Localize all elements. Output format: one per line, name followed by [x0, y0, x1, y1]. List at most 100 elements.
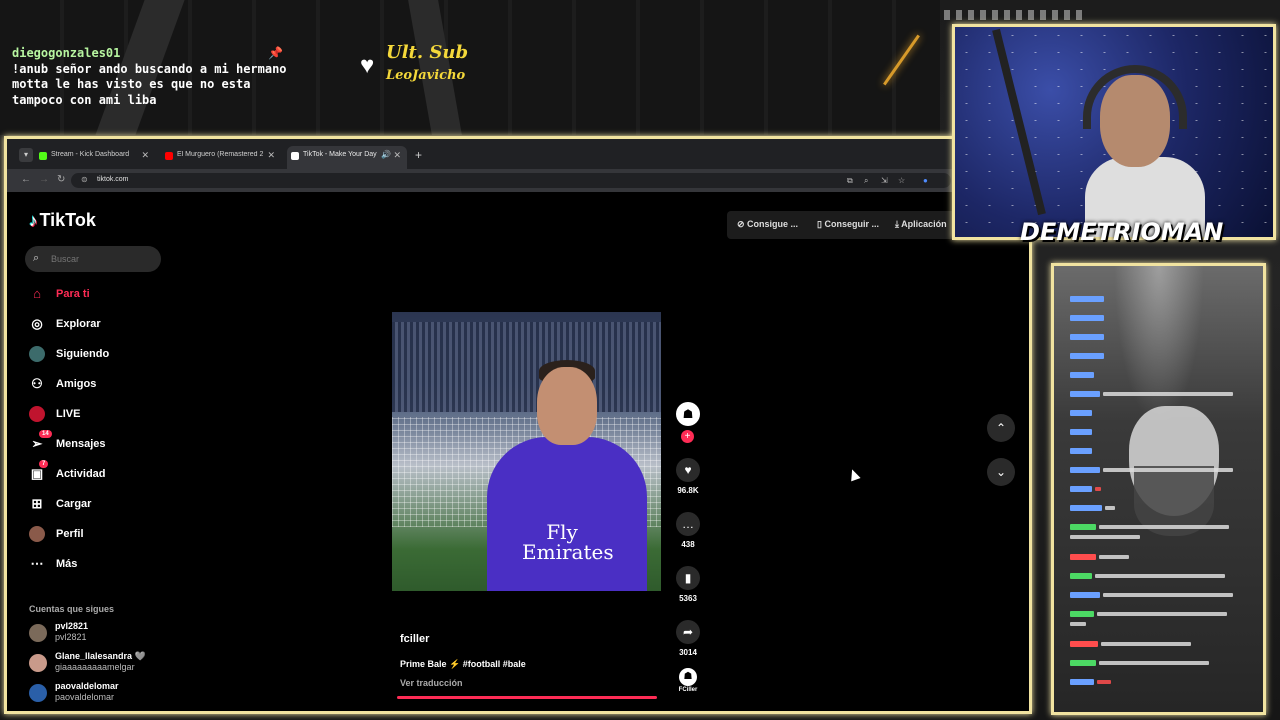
- following-account[interactable]: Glane_llalesandra 🩶 giaaaaaaaaamelgar: [29, 651, 169, 675]
- site-info-icon[interactable]: ⊜: [81, 175, 88, 184]
- search-input[interactable]: [51, 251, 151, 267]
- more-icon: ⋯: [30, 556, 44, 571]
- sidebar-item-explorar[interactable]: ◎ Explorar: [29, 314, 169, 336]
- sidebar-item-siguiendo[interactable]: Siguiendo: [29, 344, 169, 366]
- previous-video-button[interactable]: ⌃: [987, 414, 1015, 442]
- last-sub-title: Ult. Sub: [386, 42, 469, 63]
- bookmark-star-icon[interactable]: ☆: [898, 176, 905, 185]
- video-hashtags[interactable]: #football #bale: [463, 659, 526, 669]
- sidebar-item-label: Cargar: [56, 498, 92, 510]
- tab-search-dropdown-icon[interactable]: ▾: [19, 148, 33, 162]
- sidebar-item-cargar[interactable]: ⊞ Cargar: [29, 494, 169, 516]
- live-icon: [29, 406, 45, 422]
- video-description: Prime Bale ⚡ #football #bale: [400, 659, 526, 669]
- stream-chat-panel: [1051, 263, 1266, 715]
- tab-el-murguero[interactable]: El Murguero (Remastered 2001) ✕: [161, 146, 281, 169]
- url-field[interactable]: ⊜ tiktok.com ⧉ ⌕ ⇲ ☆ ●: [71, 173, 951, 188]
- new-tab-icon[interactable]: +: [415, 148, 422, 162]
- sidebar-item-para-ti[interactable]: ⌂ Para ti: [29, 284, 169, 306]
- heart-icon: ♥: [676, 458, 700, 482]
- tab-kick-dashboard[interactable]: Stream - Kick Dashboard ✕: [35, 146, 155, 169]
- youtube-favicon-icon: [165, 152, 173, 160]
- video-player-shirt: [487, 437, 647, 591]
- like-button[interactable]: ♥ 96.8K: [670, 458, 706, 495]
- share-icon: ➦: [676, 620, 700, 644]
- install-icon[interactable]: ⇲: [881, 176, 888, 185]
- close-icon[interactable]: ✕: [393, 150, 401, 161]
- friends-icon: ⚇: [31, 376, 43, 391]
- tab-label: Stream - Kick Dashboard: [51, 151, 130, 158]
- overlay-chat-user: diegogonzales01: [12, 46, 121, 60]
- close-icon[interactable]: ✕: [141, 150, 149, 161]
- tab-tiktok[interactable]: TikTok - Make Your Day 🔊 ✕: [287, 146, 407, 169]
- chat-message: [1070, 552, 1129, 562]
- sidebar-item-label: Para ti: [56, 288, 90, 300]
- overlay-chat-line: motta le has visto es que no esta: [12, 77, 251, 91]
- close-icon[interactable]: ✕: [267, 150, 275, 161]
- pin-icon: 📌: [268, 46, 283, 60]
- chat-message: [1070, 619, 1086, 629]
- tiktok-note-icon: ♪: [29, 211, 38, 230]
- overlay-chat-line: tampoco con ami liba: [12, 92, 157, 107]
- share-button[interactable]: ➦ 3014: [670, 620, 706, 657]
- speaker-icon[interactable]: 🔊: [381, 150, 391, 159]
- chat-message: [1070, 503, 1115, 513]
- account-handle: paovaldelomar: [55, 692, 115, 702]
- chat-message: [1070, 294, 1104, 304]
- extension-icon[interactable]: ●: [923, 176, 928, 185]
- video-author[interactable]: fciller: [400, 633, 429, 645]
- url-text: tiktok.com: [97, 176, 129, 183]
- comment-button[interactable]: … 438: [670, 512, 706, 549]
- get-app-button[interactable]: ▯ Conseguir ...: [817, 219, 879, 230]
- search-box[interactable]: ⌕: [25, 246, 161, 272]
- share-count: 3014: [679, 648, 697, 657]
- sidebar-item-mensajes[interactable]: ➢ 14 Mensajes: [29, 430, 169, 456]
- video-player-head: [537, 367, 597, 445]
- video-player[interactable]: Fly Emirates: [392, 312, 661, 591]
- chat-spotlight: [1114, 266, 1204, 426]
- chat-message: [1070, 351, 1104, 361]
- chat-message: [1070, 677, 1111, 687]
- sidebar-item-perfil[interactable]: Perfil: [29, 524, 169, 546]
- tiktok-page: ♪TikTok ⌕ ⌂ Para ti ◎ Explorar Siguiendo…: [7, 192, 1029, 711]
- video-crowd: [392, 322, 661, 412]
- author-avatar-button[interactable]: ☗: [670, 402, 706, 426]
- sidebar-item-label: Amigos: [56, 378, 97, 390]
- sidebar-item-label: LIVE: [56, 408, 81, 420]
- reload-icon[interactable]: ↻: [57, 174, 65, 185]
- kick-favicon-icon: [39, 152, 47, 160]
- following-account[interactable]: pvl2821 pvl2821: [29, 621, 169, 645]
- tab-label: El Murguero (Remastered 2001): [177, 151, 263, 158]
- follow-plus-icon[interactable]: +: [681, 430, 694, 443]
- get-coins-button[interactable]: ⊘ Consigue ...: [737, 219, 798, 230]
- save-count: 5363: [679, 594, 697, 603]
- translate-icon[interactable]: ⧉: [847, 176, 853, 186]
- like-count: 96.8K: [677, 486, 699, 495]
- zoom-icon[interactable]: ⌕: [864, 176, 868, 186]
- tiktok-favicon-icon: [291, 152, 299, 160]
- following-icon: [29, 346, 45, 362]
- see-translation-link[interactable]: Ver traducción: [400, 678, 463, 688]
- next-video-button[interactable]: ⌄: [987, 458, 1015, 486]
- tiktok-logo[interactable]: ♪ TikTok: [29, 210, 96, 231]
- save-button[interactable]: ▮ 5363: [670, 566, 706, 603]
- sound-avatar-button[interactable]: ☗ FCiller: [670, 668, 706, 693]
- chat-message: [1070, 484, 1101, 494]
- sidebar-item-amigos[interactable]: ⚇ Amigos: [29, 374, 169, 396]
- app-download-button[interactable]: ⤓ Aplicación: [895, 219, 947, 230]
- sidebar-item-actividad[interactable]: ▣ 7 Actividad: [29, 460, 169, 486]
- chat-message: [1070, 427, 1092, 437]
- following-header: Cuentas que sigues: [29, 604, 115, 614]
- webcam-feed: [952, 24, 1276, 240]
- streamer-name: DEMETRIOMAN: [1020, 218, 1224, 246]
- chat-message: [1070, 408, 1092, 418]
- comment-icon: …: [676, 512, 700, 536]
- chat-message: [1070, 389, 1233, 399]
- following-account[interactable]: paovaldelomar paovaldelomar: [29, 681, 169, 705]
- video-progress-bar[interactable]: [397, 696, 657, 699]
- back-icon[interactable]: ←: [21, 174, 31, 185]
- account-name: pvl2821: [55, 621, 89, 631]
- sidebar-item-mas[interactable]: ⋯ Más: [29, 554, 169, 576]
- forward-icon[interactable]: →: [39, 174, 49, 185]
- sidebar-item-live[interactable]: LIVE: [29, 404, 169, 426]
